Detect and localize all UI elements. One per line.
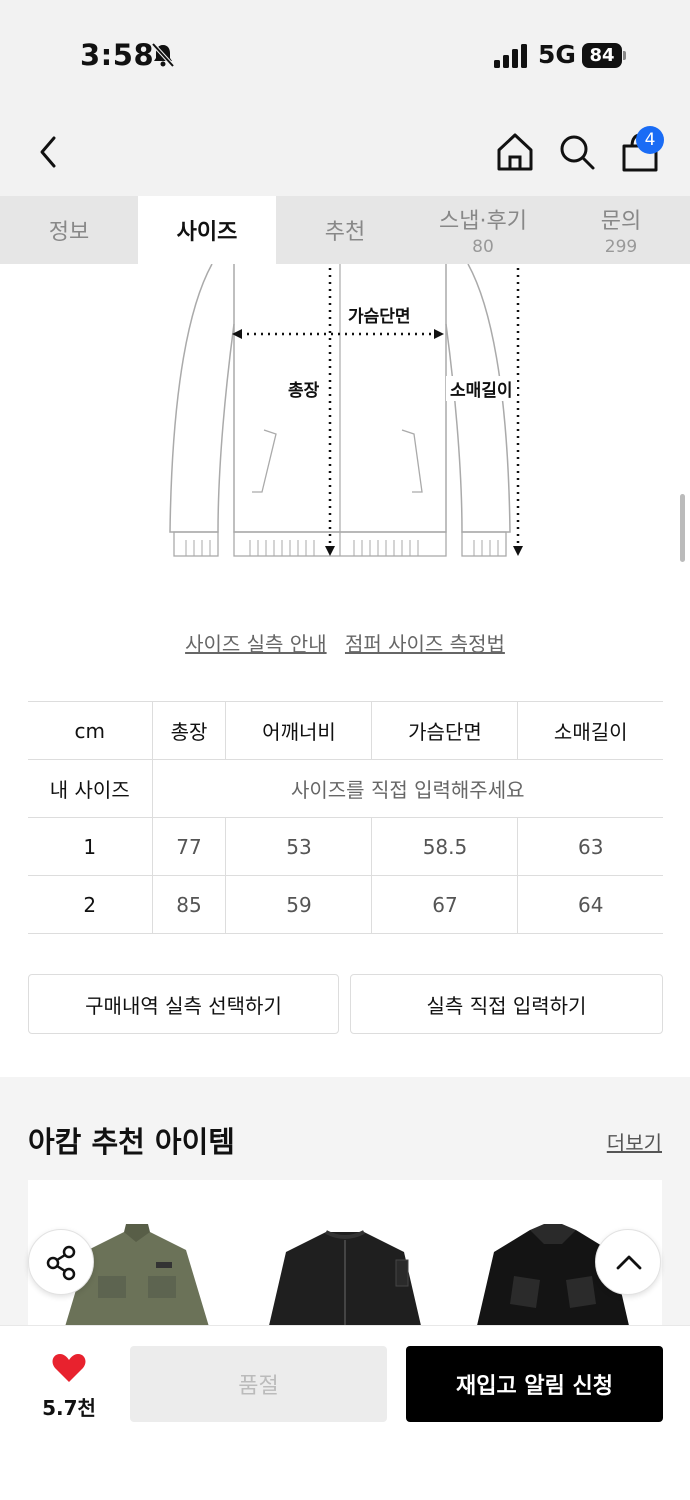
- top-nav: 4: [0, 110, 690, 196]
- table-cell: 77: [152, 817, 227, 876]
- share-icon: [46, 1245, 76, 1281]
- battery-level: 84: [582, 43, 622, 68]
- like-button[interactable]: 5.7천: [36, 1352, 102, 1421]
- size-guide-links: 사이즈 실측 안내 점퍼 사이즈 측정법: [0, 628, 690, 657]
- table-cell: 67: [371, 875, 519, 934]
- back-arrow-icon[interactable]: [30, 130, 70, 174]
- sleeve-length-label: 소매길이: [446, 376, 517, 401]
- recommend-title: 아캄 추천 아이템: [28, 1125, 235, 1159]
- table-row: 1 77 53 58.5 63: [28, 817, 663, 876]
- tab-info[interactable]: 정보: [0, 196, 138, 264]
- direct-measure-input-button[interactable]: 실측 직접 입력하기: [350, 974, 663, 1034]
- table-cell: 64: [517, 875, 663, 934]
- total-length-label: 총장: [284, 376, 324, 401]
- tab-label: 문의: [600, 209, 642, 234]
- size-table: cm 총장 어깨너비 가슴단면 소매길이 내 사이즈 사이즈를 직접 입력해주세…: [28, 701, 663, 934]
- chevron-up-icon: [616, 1255, 642, 1270]
- cart-count-badge: 4: [636, 126, 664, 154]
- column-header: 총장: [152, 701, 227, 760]
- my-size-input-prompt[interactable]: 사이즈를 직접 입력해주세요: [152, 759, 663, 818]
- soldout-button: 품절: [130, 1346, 387, 1422]
- tab-label: 추천: [324, 220, 366, 245]
- purchase-history-measure-button[interactable]: 구매내역 실측 선택하기: [28, 974, 339, 1034]
- table-header-row: cm 총장 어깨너비 가슴단면 소매길이: [28, 701, 663, 760]
- column-header: 어깨너비: [225, 701, 373, 760]
- tab-inquiry[interactable]: 문의 299: [552, 196, 690, 264]
- see-more-link[interactable]: 더보기: [607, 1127, 662, 1156]
- my-size-row[interactable]: 내 사이즈 사이즈를 직접 입력해주세요: [28, 759, 663, 818]
- scrollbar[interactable]: [680, 494, 685, 562]
- table-cell: 59: [225, 875, 373, 934]
- bottom-purchase-bar: 5.7천 품절 재입고 알림 신청: [0, 1325, 690, 1500]
- column-header: 가슴단면: [371, 701, 519, 760]
- restock-alert-button[interactable]: 재입고 알림 신청: [406, 1346, 663, 1422]
- row-header: 2: [28, 875, 153, 934]
- size-guide-link[interactable]: 사이즈 실측 안내: [185, 632, 327, 656]
- tab-recommend[interactable]: 추천: [276, 196, 414, 264]
- product-tabs: 정보 사이즈 추천 스냅·후기 80 문의 299: [0, 196, 690, 264]
- table-cell: 85: [152, 875, 227, 934]
- product-image: [268, 1230, 422, 1330]
- column-header: 소매길이: [517, 701, 663, 760]
- status-time: 3:58: [80, 38, 155, 72]
- scroll-top-button[interactable]: [595, 1229, 661, 1295]
- signal-icon: [494, 44, 527, 68]
- row-header: 내 사이즈: [28, 759, 153, 818]
- tab-label: 정보: [48, 220, 90, 245]
- heart-icon: [52, 1354, 86, 1382]
- tab-size[interactable]: 사이즈: [138, 196, 276, 264]
- table-cell: 58.5: [371, 817, 519, 876]
- share-button[interactable]: [28, 1229, 94, 1295]
- like-count: 5.7천: [42, 1396, 96, 1420]
- size-measurement-diagram: 가슴단면 총장 소매길이: [160, 263, 540, 564]
- chest-width-label: 가슴단면: [344, 302, 415, 327]
- tab-snap-review[interactable]: 스냅·후기 80: [414, 196, 552, 264]
- tab-count: 299: [604, 237, 638, 257]
- network-type: 5G: [538, 40, 576, 69]
- bell-muted-icon: [151, 42, 175, 68]
- table-cell: 63: [517, 817, 663, 876]
- tab-label: 스냅·후기: [439, 209, 527, 234]
- search-icon[interactable]: [556, 130, 598, 174]
- battery-icon: 84: [582, 43, 626, 68]
- recommend-section: 아캄 추천 아이템 더보기: [0, 1077, 690, 1340]
- status-bar: 3:58 5G 84: [0, 0, 690, 110]
- product-card[interactable]: [236, 1180, 454, 1340]
- tab-count: 80: [472, 237, 494, 257]
- column-header: cm: [28, 701, 153, 760]
- table-row: 2 85 59 67 64: [28, 875, 663, 934]
- tab-label: 사이즈: [176, 220, 238, 245]
- home-icon[interactable]: [494, 130, 536, 174]
- table-cell: 53: [225, 817, 373, 876]
- measure-guide-link[interactable]: 점퍼 사이즈 측정법: [345, 632, 505, 656]
- row-header: 1: [28, 817, 153, 876]
